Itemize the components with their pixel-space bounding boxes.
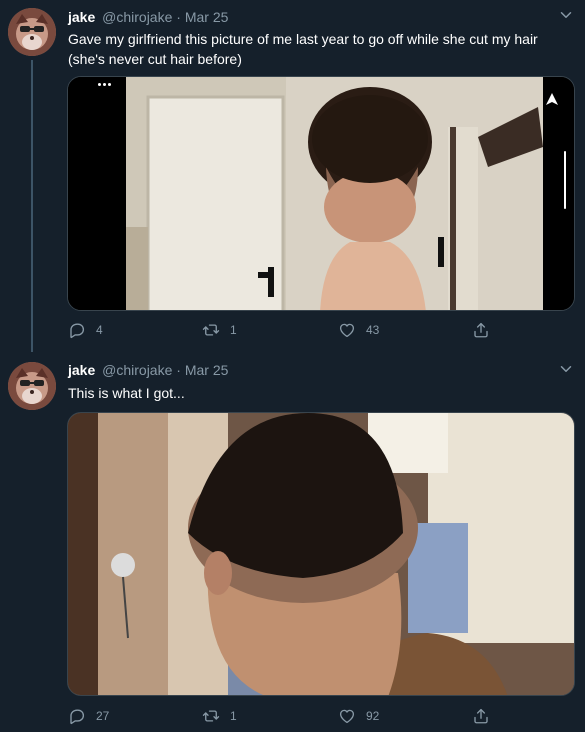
user-handle[interactable]: @chirojake [102, 9, 172, 25]
scroll-indicator [564, 151, 566, 209]
chevron-down-icon[interactable] [557, 6, 575, 24]
like-count: 43 [366, 323, 380, 337]
separator: · [176, 9, 181, 25]
chevron-down-icon[interactable] [557, 360, 575, 378]
tweet-header: jake @chirojake · Mar 25 [68, 8, 228, 26]
tweet-header: jake @chirojake · Mar 25 [68, 361, 228, 379]
tweet-date[interactable]: Mar 25 [185, 9, 229, 25]
tweet-media[interactable] [67, 76, 575, 311]
retweet-button[interactable]: 1 [202, 707, 237, 725]
tweet[interactable]: jake @chirojake · Mar 25 This is what I … [0, 352, 585, 732]
tweet[interactable]: jake @chirojake · Mar 25 Gave my girlfri… [0, 0, 585, 352]
like-button[interactable]: 92 [338, 707, 379, 725]
like-count: 92 [366, 709, 380, 723]
share-button[interactable] [472, 321, 490, 339]
thread-connector [31, 60, 33, 352]
avatar[interactable] [8, 8, 56, 56]
share-icon [472, 707, 490, 725]
media-image [68, 413, 574, 695]
share-button[interactable] [472, 707, 490, 725]
retweet-count: 1 [230, 709, 237, 723]
retweet-count: 1 [230, 323, 237, 337]
tweet-actions: 4 1 43 [68, 321, 498, 341]
media-image [68, 77, 574, 310]
like-icon [338, 321, 356, 339]
retweet-icon [202, 321, 220, 339]
retweet-icon [202, 707, 220, 725]
avatar[interactable] [8, 362, 56, 410]
more-options-icon[interactable] [98, 83, 112, 87]
like-button[interactable]: 43 [338, 321, 379, 339]
tweet-media[interactable] [67, 412, 575, 696]
tweet-date[interactable]: Mar 25 [185, 362, 229, 378]
share-icon [472, 321, 490, 339]
tweet-text: Gave my girlfriend this picture of me la… [68, 31, 538, 67]
like-icon [338, 707, 356, 725]
navigation-arrow-icon [546, 93, 558, 105]
reply-count: 4 [96, 323, 103, 337]
reply-button[interactable]: 27 [68, 707, 109, 725]
reply-icon [68, 321, 86, 339]
separator: · [176, 362, 181, 378]
reply-button[interactable]: 4 [68, 321, 103, 339]
display-name[interactable]: jake [68, 362, 95, 378]
tweet-text: This is what I got... [68, 385, 185, 401]
tweet-actions: 27 1 92 [68, 707, 498, 727]
retweet-button[interactable]: 1 [202, 321, 237, 339]
display-name[interactable]: jake [68, 9, 95, 25]
user-handle[interactable]: @chirojake [102, 362, 172, 378]
reply-count: 27 [96, 709, 110, 723]
reply-icon [68, 707, 86, 725]
